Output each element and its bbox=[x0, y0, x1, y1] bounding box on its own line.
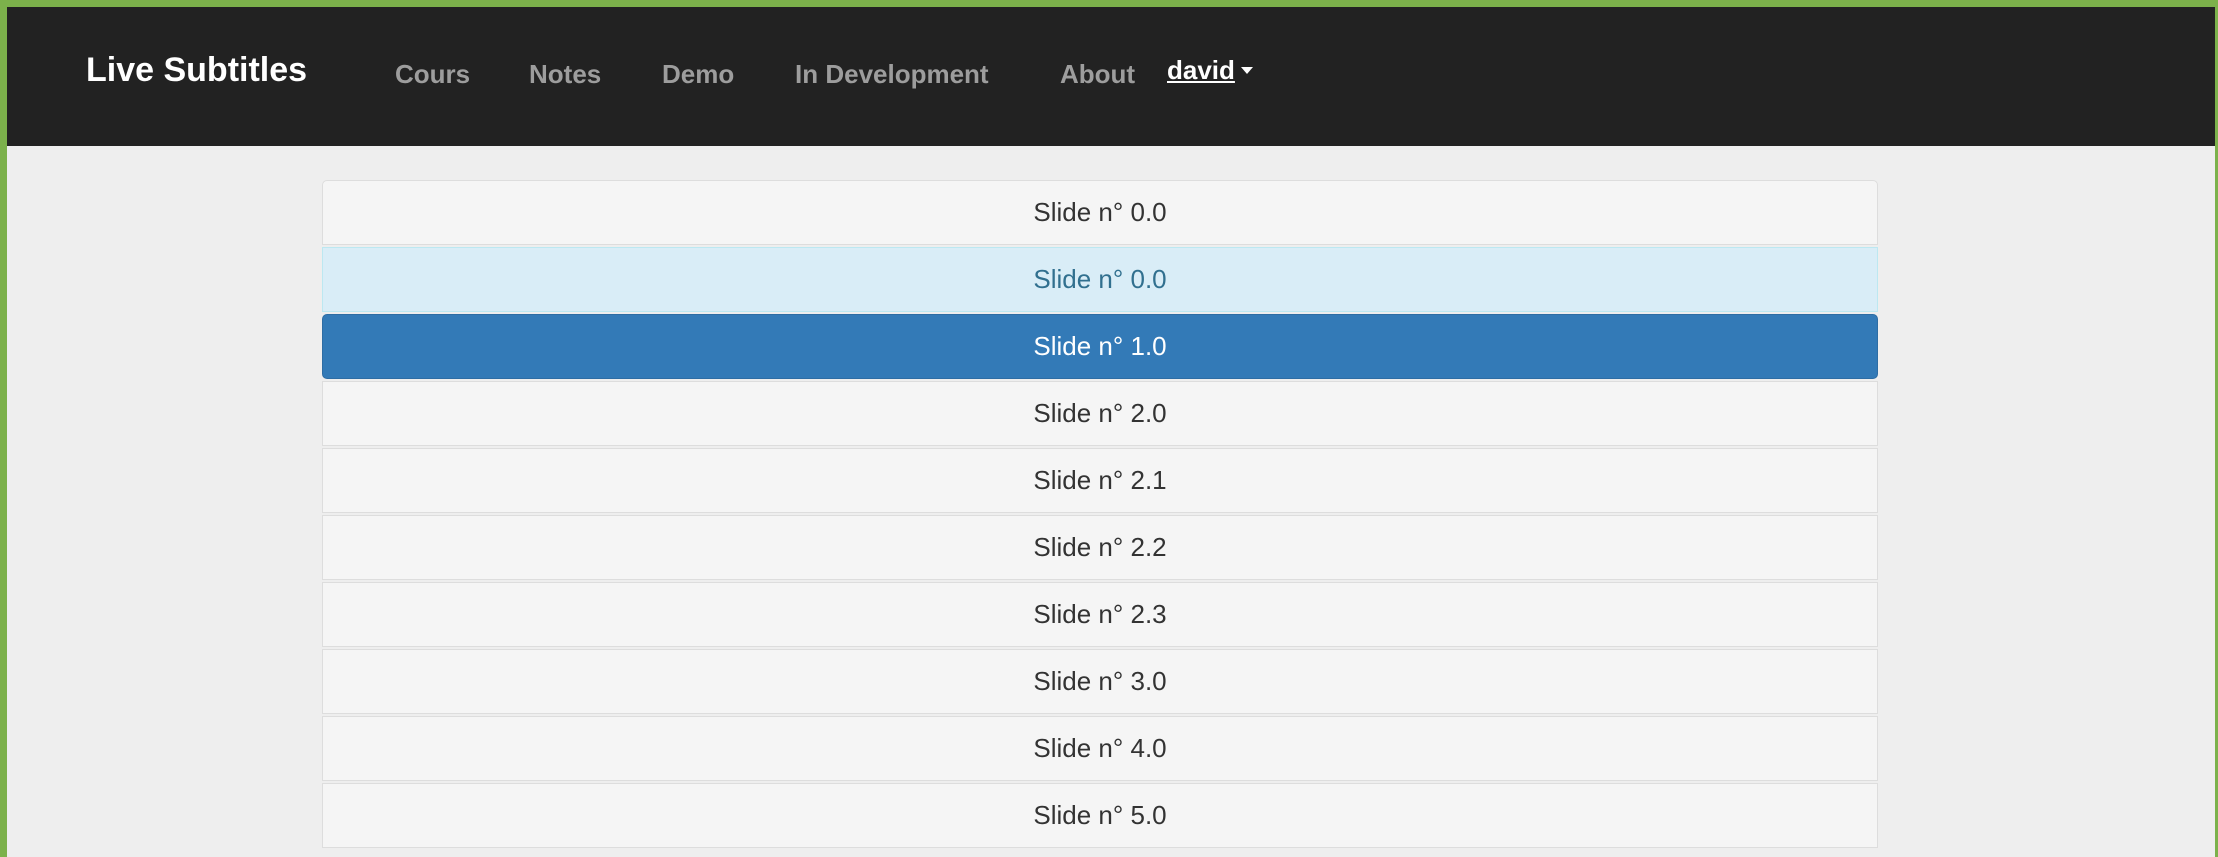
slide-item[interactable]: Slide n° 4.0 bbox=[322, 716, 1878, 781]
nav-link-in-development[interactable]: In Development bbox=[795, 59, 989, 90]
nav-link-demo[interactable]: Demo bbox=[662, 59, 734, 90]
caret-down-icon bbox=[1240, 66, 1253, 74]
slide-item[interactable]: Slide n° 2.2 bbox=[322, 515, 1878, 580]
slide-item[interactable]: Slide n° 2.0 bbox=[322, 381, 1878, 446]
nav-link-notes[interactable]: Notes bbox=[529, 59, 601, 90]
brand-link[interactable]: Live Subtitles bbox=[86, 51, 307, 90]
user-dropdown-toggle[interactable]: david bbox=[1167, 55, 1253, 86]
app-window: Live Subtitles Cours Notes Demo In Devel… bbox=[7, 7, 2215, 857]
slide-item[interactable]: Slide n° 3.0 bbox=[322, 649, 1878, 714]
nav-link-cours[interactable]: Cours bbox=[395, 59, 470, 90]
slide-item[interactable]: Slide n° 2.1 bbox=[322, 448, 1878, 513]
slide-item[interactable]: Slide n° 5.0 bbox=[322, 783, 1878, 848]
user-name: david bbox=[1167, 55, 1235, 85]
top-navbar: Live Subtitles Cours Notes Demo In Devel… bbox=[7, 7, 2215, 146]
slide-item[interactable]: Slide n° 0.0 bbox=[322, 180, 1878, 245]
slide-item-active[interactable]: Slide n° 1.0 bbox=[322, 314, 1878, 379]
slide-item-highlighted[interactable]: Slide n° 0.0 bbox=[322, 247, 1878, 312]
nav-link-about[interactable]: About bbox=[1060, 59, 1135, 90]
slide-list: Slide n° 0.0 Slide n° 0.0 Slide n° 1.0 S… bbox=[322, 180, 1878, 850]
slide-item[interactable]: Slide n° 2.3 bbox=[322, 582, 1878, 647]
